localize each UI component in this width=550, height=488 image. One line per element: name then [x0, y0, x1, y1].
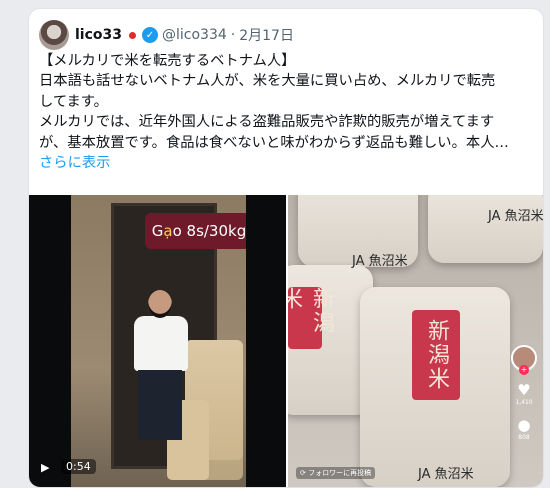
tweet-line: 日本語も話せないベトナム人が、米を大量に買い占め、メルカリで転売	[39, 73, 496, 90]
tweet-line: 【メルカリで米を転売するベトナム人】	[39, 53, 296, 69]
video-frame: Gạo 8s/30kg	[71, 195, 246, 487]
comment-icon[interactable]: ●	[509, 416, 539, 434]
follow-plus-icon[interactable]: +	[519, 365, 529, 375]
tweet-line: メルカリでは、近年外国人による盗難品販売や詐欺的販売が増えてます	[39, 114, 495, 131]
rice-bag-stamp: 新潟米	[412, 310, 460, 400]
play-icon[interactable]: ▶	[41, 461, 49, 474]
repost-notice: ⟳ フォロワーに再投稿	[296, 467, 376, 479]
user-avatar[interactable]	[39, 20, 69, 50]
rice-brand-text: JA 魚沼米	[418, 467, 474, 482]
person-shirt	[134, 316, 188, 371]
tweet-header: lico33 ✓ @lico334 · 2月17日	[39, 19, 294, 51]
tiktok-side-ui: + ♥ 1,410 ● 808	[509, 345, 539, 465]
tweet-card[interactable]: lico33 ✓ @lico334 · 2月17日 【メルカリで米を転売するベト…	[28, 8, 544, 488]
rice-photo[interactable]: 新潟米 新潟米 JA 魚沼米 JA 魚沼米 JA 魚沼米 + ♥ 1,410 ●…	[288, 195, 543, 487]
tweet-line: してます。	[39, 93, 108, 110]
like-count: 1,410	[515, 399, 533, 406]
user-handle[interactable]: @lico334	[162, 27, 227, 43]
flag-icon	[129, 31, 136, 39]
verified-badge-icon: ✓	[142, 27, 158, 43]
video-duration: 0:54	[61, 459, 96, 474]
rice-bag-stamp: 新潟米	[288, 287, 334, 349]
show-more-link[interactable]: さらに表示	[39, 153, 535, 173]
creator-avatar[interactable]: +	[511, 345, 537, 375]
display-name[interactable]: lico33	[75, 27, 122, 43]
video-caption-label: Gạo 8s/30kg	[145, 213, 246, 249]
rice-brand-text: JA 魚沼米	[488, 209, 543, 224]
tweet-text: 【メルカリで米を転売するベトナム人】 日本語も話せないベトナム人が、米を大量に買…	[39, 51, 535, 173]
separator-dot: ·	[230, 27, 236, 43]
person-head	[148, 290, 172, 318]
rice-brand-text: JA 魚沼米	[352, 254, 408, 269]
person-pants	[138, 370, 182, 440]
tweet-line: が、基本放置です。食品は食べないと味がわからず返品も難しい。本人…	[39, 134, 509, 151]
comment-count: 808	[518, 434, 530, 441]
tweet-date[interactable]: 2月17日	[239, 25, 294, 45]
media-grid: Gạo 8s/30kg ▶ 0:54 新潟米 新潟米 JA 魚沼米 JA 魚沼米…	[29, 195, 543, 487]
video-player[interactable]: Gạo 8s/30kg ▶ 0:54	[29, 195, 286, 487]
like-heart-icon[interactable]: ♥	[509, 381, 539, 399]
person	[126, 290, 196, 470]
